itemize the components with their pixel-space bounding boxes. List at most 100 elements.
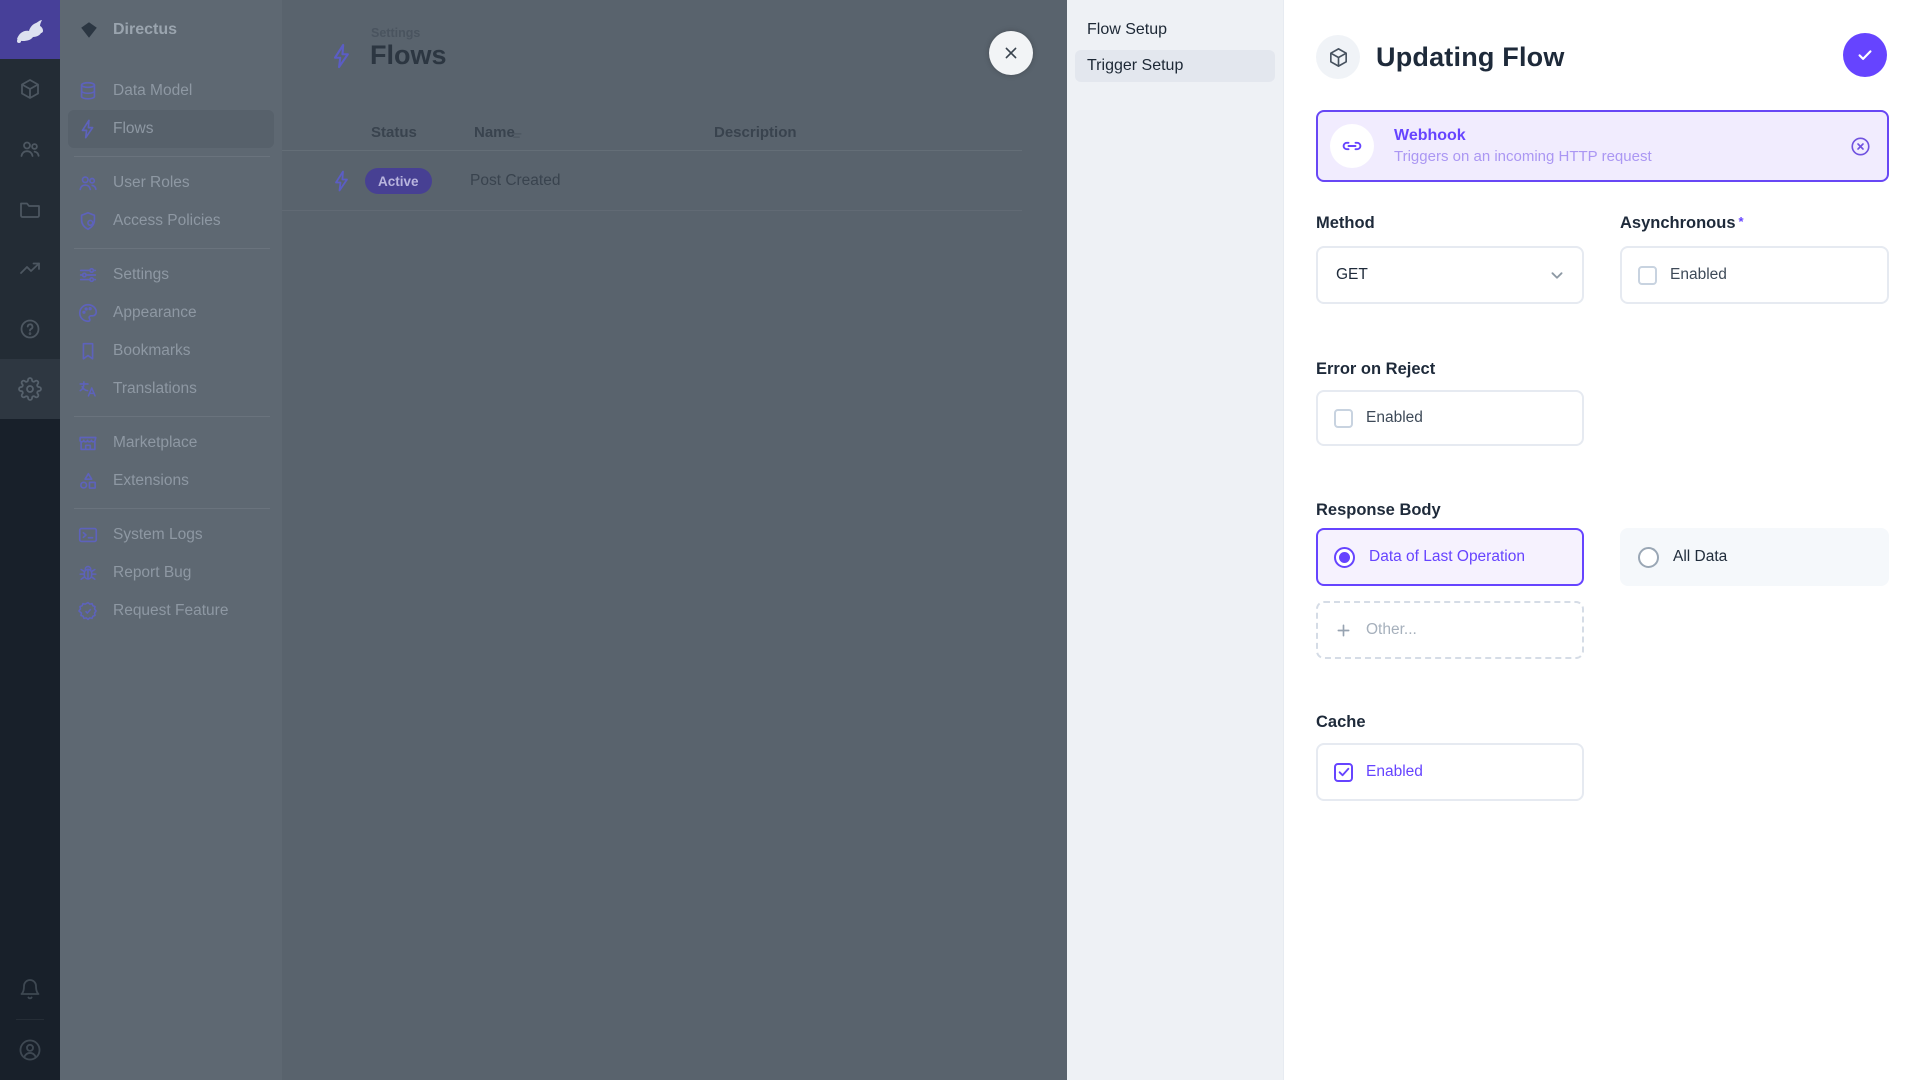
- module-file-library[interactable]: [0, 179, 60, 239]
- field-label-response-body: Response Body: [1316, 501, 1441, 520]
- box-icon: [1316, 35, 1360, 79]
- sidebar-item-user-roles[interactable]: User Roles: [68, 164, 274, 202]
- sidebar-item-label: Settings: [113, 266, 169, 284]
- data-model-icon: [18, 77, 42, 101]
- bookmark-icon: [77, 340, 99, 362]
- sidebar-item-appearance[interactable]: Appearance: [68, 294, 274, 332]
- radio-label: All Data: [1673, 548, 1727, 566]
- sidebar-item-label: Data Model: [113, 82, 192, 100]
- sidebar-item-access-policies[interactable]: Access Policies: [68, 202, 274, 240]
- sidebar-divider: [74, 248, 270, 249]
- notifications-button[interactable]: [0, 959, 60, 1019]
- table-header: Status Name Description: [282, 118, 1022, 151]
- module-data-model[interactable]: [0, 59, 60, 119]
- sidebar-item-label: Appearance: [113, 304, 197, 322]
- module-list: [0, 59, 60, 419]
- field-label-method: Method: [1316, 214, 1375, 233]
- terminal-icon: [77, 524, 99, 546]
- settings-icon: [18, 377, 42, 401]
- radio-icon: [1638, 547, 1659, 568]
- drawer-close-button[interactable]: [989, 31, 1033, 75]
- bug-icon: [77, 562, 99, 584]
- page-title: Flows: [370, 40, 447, 71]
- method-select[interactable]: GET: [1316, 246, 1584, 304]
- notifications-bell-icon: [18, 977, 42, 1001]
- new-releases-icon: [77, 600, 99, 622]
- save-button[interactable]: [1843, 33, 1887, 77]
- sidebar-item-report-bug[interactable]: Report Bug: [68, 554, 274, 592]
- checkbox-label: Enabled: [1366, 409, 1423, 427]
- file-library-icon: [18, 197, 42, 221]
- close-icon: [1001, 43, 1021, 63]
- palette-icon: [77, 302, 99, 324]
- shield-check-icon: [77, 210, 99, 232]
- drawer-nav: Flow Setup Trigger Setup: [1067, 0, 1283, 1080]
- drawer-nav-trigger-setup[interactable]: Trigger Setup: [1075, 50, 1275, 82]
- sidebar-item-data-model[interactable]: Data Model: [68, 72, 274, 110]
- sidebar-item-translations[interactable]: Translations: [68, 370, 274, 408]
- check-icon: [1855, 45, 1875, 65]
- table-row[interactable]: Active Post Created: [282, 151, 1022, 211]
- trigger-card-subtitle: Triggers on an incoming HTTP request: [1394, 148, 1849, 165]
- user-avatar-icon: [17, 1037, 43, 1063]
- module-help[interactable]: [0, 299, 60, 359]
- module-insights[interactable]: [0, 239, 60, 299]
- trigger-type-card-webhook[interactable]: Webhook Triggers on an incoming HTTP req…: [1316, 110, 1889, 182]
- bolt-icon: [330, 169, 354, 193]
- sort-icon[interactable]: [510, 129, 523, 142]
- storefront-icon: [77, 432, 99, 454]
- link-icon: [1330, 124, 1374, 168]
- radio-icon: [1334, 547, 1355, 568]
- field-label-cache: Cache: [1316, 713, 1366, 732]
- sidebar-item-marketplace[interactable]: Marketplace: [68, 424, 274, 462]
- flows-page: Settings Flows Status Name Description A…: [282, 0, 1067, 1080]
- column-header-description[interactable]: Description: [714, 124, 797, 141]
- category-icon: [77, 470, 99, 492]
- asynchronous-checkbox[interactable]: Enabled: [1620, 246, 1889, 304]
- plus-icon: [1334, 621, 1353, 640]
- module-bar: [0, 0, 60, 1080]
- column-header-name[interactable]: Name: [474, 124, 515, 141]
- module-user-directory[interactable]: [0, 119, 60, 179]
- sidebar-item-label: Report Bug: [113, 564, 191, 582]
- directus-logo-button[interactable]: [0, 0, 60, 59]
- sidebar-divider: [74, 508, 270, 509]
- module-settings[interactable]: [0, 359, 60, 419]
- radio-label: Data of Last Operation: [1369, 548, 1525, 566]
- directus-app: Directus Data Model Flows User Rol: [0, 0, 1920, 1080]
- sidebar-item-system-logs[interactable]: System Logs: [68, 516, 274, 554]
- help-icon: [18, 317, 42, 341]
- response-body-other-input[interactable]: Other...: [1316, 601, 1584, 659]
- project-header[interactable]: Directus: [60, 0, 282, 60]
- row-name: Post Created: [470, 172, 560, 190]
- column-header-status[interactable]: Status: [371, 124, 417, 141]
- remove-trigger-icon[interactable]: [1849, 135, 1872, 158]
- user-menu-button[interactable]: [0, 1020, 60, 1080]
- sidebar-item-extensions[interactable]: Extensions: [68, 462, 274, 500]
- response-body-option-all-data[interactable]: All Data: [1620, 528, 1889, 586]
- sidebar-item-label: Flows: [113, 120, 153, 138]
- bolt-icon: [77, 118, 99, 140]
- error-on-reject-checkbox[interactable]: Enabled: [1316, 390, 1584, 446]
- sidebar-item-label: User Roles: [113, 174, 190, 192]
- trigger-card-texts: Webhook Triggers on an incoming HTTP req…: [1394, 127, 1849, 165]
- drawer-title: Updating Flow: [1376, 42, 1565, 73]
- project-gem-icon: [78, 19, 100, 41]
- sidebar-item-flows[interactable]: Flows: [68, 110, 274, 148]
- drawer-nav-flow-setup[interactable]: Flow Setup: [1075, 14, 1275, 46]
- field-label-asynchronous: Asynchronous*: [1620, 214, 1744, 233]
- sidebar-divider: [74, 156, 270, 157]
- sidebar-item-label: Translations: [113, 380, 197, 398]
- other-placeholder: Other...: [1366, 621, 1417, 639]
- sidebar-item-request-feature[interactable]: Request Feature: [68, 592, 274, 630]
- method-select-value: GET: [1336, 266, 1368, 284]
- cache-checkbox[interactable]: Enabled: [1316, 743, 1584, 801]
- required-asterisk: *: [1739, 214, 1744, 229]
- response-body-option-last-operation[interactable]: Data of Last Operation: [1316, 528, 1584, 586]
- trigger-card-title: Webhook: [1394, 127, 1849, 145]
- sidebar-item-label: Marketplace: [113, 434, 197, 452]
- directus-rabbit-icon: [12, 15, 48, 45]
- sidebar-item-bookmarks[interactable]: Bookmarks: [68, 332, 274, 370]
- breadcrumb[interactable]: Settings: [371, 26, 420, 40]
- sidebar-item-settings[interactable]: Settings: [68, 256, 274, 294]
